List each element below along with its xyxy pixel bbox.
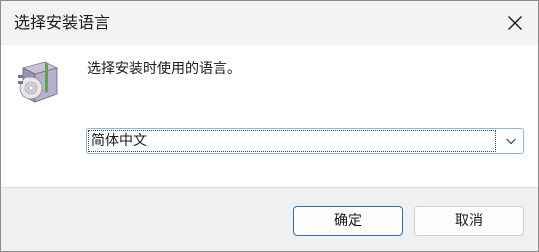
language-dialog: 选择安装语言 选择安装时使用的语言。 简体中文 确定 取消 xyxy=(0,0,539,252)
prompt-text: 选择安装时使用的语言。 xyxy=(87,61,241,77)
language-select[interactable]: 简体中文 xyxy=(86,128,524,154)
window-title: 选择安装语言 xyxy=(14,13,111,32)
ok-button[interactable]: 确定 xyxy=(293,206,403,236)
language-select-value: 简体中文 xyxy=(88,130,496,152)
installer-package-icon xyxy=(18,61,59,103)
dialog-content: 选择安装时使用的语言。 简体中文 xyxy=(1,45,538,187)
title-bar[interactable]: 选择安装语言 xyxy=(1,1,538,45)
chevron-down-icon[interactable] xyxy=(505,136,517,146)
close-icon xyxy=(508,16,522,30)
button-bar: 确定 取消 xyxy=(1,187,538,251)
cancel-button[interactable]: 取消 xyxy=(414,206,524,236)
close-button[interactable] xyxy=(492,1,538,45)
